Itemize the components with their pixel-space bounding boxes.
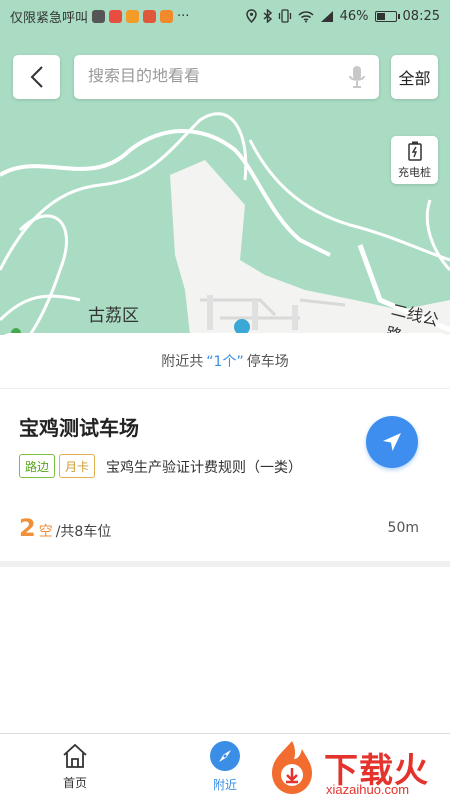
nearby-summary: 附近共 “1个” 停车场 xyxy=(0,333,450,389)
back-button[interactable] xyxy=(13,55,60,99)
battery-percent: 46% xyxy=(339,8,369,24)
free-spaces-label: 空 xyxy=(38,524,53,540)
status-bar: 仅限紧急呼叫 ··· 46% 08:25 xyxy=(0,0,450,32)
app-notification-icon xyxy=(109,9,123,23)
microphone-icon[interactable] xyxy=(349,65,365,89)
flame-icon xyxy=(272,741,312,794)
parking-availability: 2 空 /共8车位 xyxy=(19,514,111,542)
app-notification-icon xyxy=(160,9,174,23)
nearby-count: “1个” xyxy=(206,353,244,370)
app-notification-icon xyxy=(126,9,140,23)
signal-icon xyxy=(320,10,333,22)
carrier-text: 仅限紧急呼叫 xyxy=(10,10,89,26)
navigate-button[interactable] xyxy=(366,416,418,468)
compass-icon xyxy=(210,741,240,771)
search-bar[interactable] xyxy=(74,55,379,99)
watermark-url: xiazaihuo.com xyxy=(326,782,410,797)
tab-nearby-label: 附近 xyxy=(212,778,237,792)
total-spaces: /共8车位 xyxy=(55,524,112,540)
tab-home[interactable]: 首页 xyxy=(0,734,150,800)
location-icon xyxy=(245,9,257,23)
navigation-arrow-icon xyxy=(383,433,401,451)
search-input[interactable] xyxy=(88,68,349,86)
tag-monthly-card: 月卡 xyxy=(59,454,96,478)
charging-station-label: 充电桩 xyxy=(398,165,431,179)
clock: 08:25 xyxy=(402,8,440,24)
map-district-label: 古荔区 xyxy=(88,306,139,325)
tab-home-label: 首页 xyxy=(62,776,87,790)
map-roads xyxy=(0,112,450,335)
wifi-icon xyxy=(298,10,314,22)
distance: 50m xyxy=(387,520,419,536)
home-icon xyxy=(63,743,87,768)
chevron-left-icon xyxy=(30,66,43,88)
battery-charging-icon xyxy=(407,141,422,161)
map-view[interactable]: 古荔区 二线公路 xyxy=(0,0,450,335)
all-filter-button[interactable]: 全部 xyxy=(391,55,438,99)
more-notifications: ··· xyxy=(177,8,190,24)
watermark-logo: 下载火 xiazaihuo.com xyxy=(262,737,450,800)
billing-rule: 宝鸡生产验证计费规则（一类） xyxy=(106,460,302,476)
nearby-suffix: 停车场 xyxy=(246,353,289,370)
battery-icon xyxy=(374,10,400,22)
free-spaces-count: 2 xyxy=(19,514,36,542)
vibrate-icon xyxy=(278,9,291,23)
app-notification-icon xyxy=(143,9,157,23)
charging-station-button[interactable]: 充电桩 xyxy=(391,136,438,184)
section-divider xyxy=(0,561,450,567)
parking-lot-name: 宝鸡测试车场 xyxy=(19,416,139,440)
nearby-prefix: 附近共 xyxy=(161,353,204,370)
parking-lot-card[interactable]: 宝鸡测试车场 路边 月卡 宝鸡生产验证计费规则（一类） 2 空 /共8车位 50… xyxy=(0,389,450,561)
tag-roadside: 路边 xyxy=(19,454,56,478)
parking-list-sheet: 附近共 “1个” 停车场 宝鸡测试车场 路边 月卡 宝鸡生产验证计费规则（一类）… xyxy=(0,333,450,733)
cloud-icon xyxy=(92,9,106,23)
bluetooth-icon xyxy=(263,9,272,23)
